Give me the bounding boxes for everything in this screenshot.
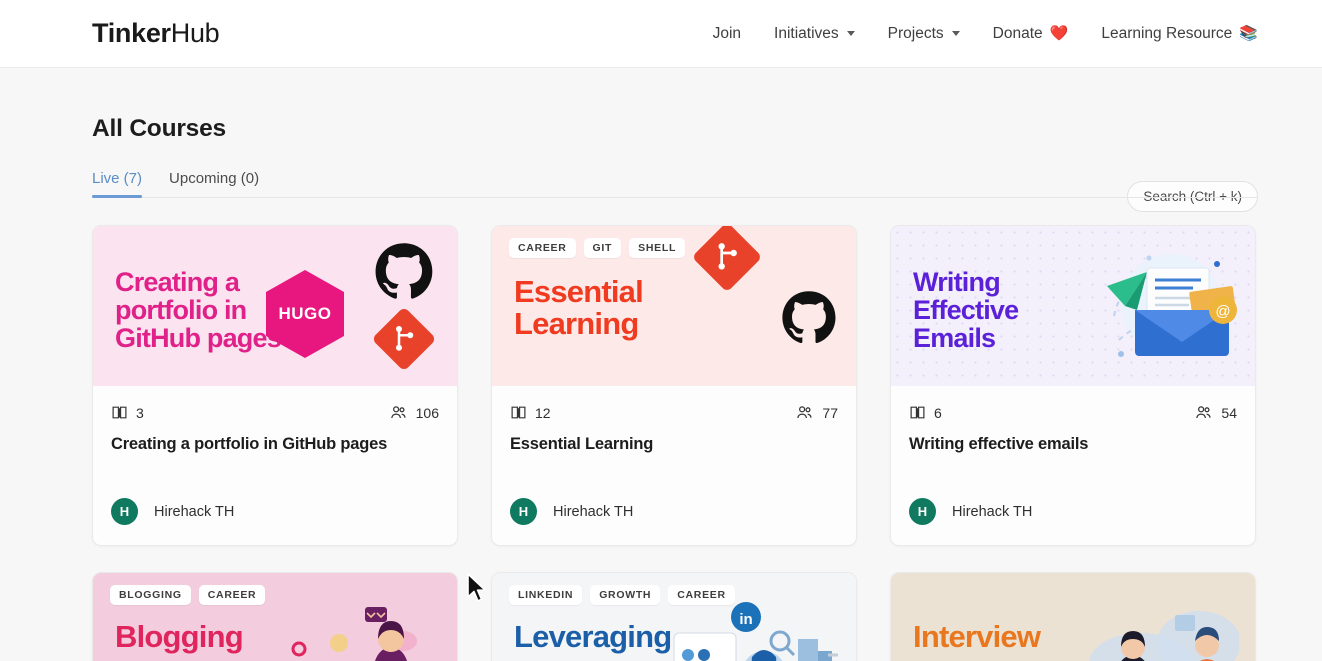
course-tag: CAREER: [668, 585, 735, 605]
chevron-down-icon: [846, 31, 855, 36]
course-title: Creating a portfolio in GitHub pages: [111, 435, 388, 453]
avatar: H: [510, 498, 537, 525]
interview-illustration: [1049, 591, 1241, 661]
tab-label: Live (7): [92, 170, 143, 187]
tab-upcoming[interactable]: Upcoming (0): [169, 170, 259, 198]
course-card[interactable]: BLOGGING CAREER Blogging: [92, 572, 458, 661]
nav-item-learning-resource[interactable]: Learning Resource 📚: [1101, 25, 1258, 43]
lesson-count-value: 6: [934, 404, 942, 421]
enrolled-count: 106: [389, 403, 439, 422]
main-content: All Courses Search (Ctrl + k) Live (7) U…: [0, 68, 1322, 661]
banner-title: Essential Learning: [514, 274, 644, 342]
banner-title: Writing Effective Emails: [913, 267, 1019, 354]
course-tag: GROWTH: [590, 585, 661, 605]
author-name: Hirehack TH: [553, 503, 634, 520]
nav-item-label: Initiatives: [774, 24, 839, 42]
enrolled-count-value: 54: [1221, 404, 1237, 421]
git-icon: [371, 306, 437, 372]
tag-row: LINKEDIN GROWTH CAREER: [509, 585, 735, 605]
tag-row: CAREER GIT SHELL: [509, 238, 686, 258]
course-meta: 6 54: [891, 386, 1255, 422]
course-grid: Creating a portfolio in GitHub pages HUG…: [92, 225, 1258, 546]
course-tabs: Live (7) Upcoming (0): [92, 169, 1258, 198]
course-author: H Hirehack TH: [891, 454, 1255, 545]
author-name: Hirehack TH: [952, 503, 1033, 520]
course-meta: 12 77: [492, 386, 856, 422]
course-banner: CAREER GIT SHELL Essential Learning: [492, 226, 856, 386]
course-title: Writing effective emails: [909, 435, 1089, 453]
nav-item-donate[interactable]: Donate ❤️: [993, 25, 1069, 43]
course-tag: SHELL: [629, 238, 686, 258]
nav-links: Join Initiatives Projects Donate ❤️ Lear…: [713, 25, 1258, 43]
course-tag: CAREER: [509, 238, 576, 258]
course-card[interactable]: CAREER GIT SHELL Essential Learning 12 7…: [491, 225, 857, 546]
course-tag: CAREER: [198, 585, 266, 605]
logo-bold-text: Tinker: [92, 18, 171, 48]
nav-item-projects[interactable]: Projects: [888, 25, 960, 43]
blogging-illustration: [277, 599, 427, 661]
course-tag: BLOGGING: [110, 585, 191, 605]
book-icon: [112, 406, 127, 419]
tab-live[interactable]: Live (7): [92, 170, 143, 198]
course-card[interactable]: Interview: [890, 572, 1256, 661]
nav-item-label: Donate: [992, 24, 1043, 42]
author-name: Hirehack TH: [154, 503, 235, 520]
tag-row: BLOGGING CAREER: [110, 585, 266, 605]
lesson-count: 6: [909, 404, 942, 421]
banner-title: Interview: [913, 619, 1041, 654]
svg-text:in: in: [739, 611, 752, 628]
course-author: H Hirehack TH: [492, 454, 856, 545]
people-icon: [797, 406, 813, 419]
avatar: H: [111, 498, 138, 525]
logo-light-text: Hub: [170, 18, 220, 48]
nav-item-join[interactable]: Join: [713, 25, 741, 43]
course-title: Essential Learning: [510, 435, 654, 453]
heart-icon: ❤️: [1049, 25, 1069, 42]
github-icon: [782, 291, 836, 344]
course-grid-row2: BLOGGING CAREER Blogging LINKEDIN GROWTH…: [92, 572, 1258, 661]
course-card[interactable]: LINKEDIN GROWTH CAREER Leveraging in: [491, 572, 857, 661]
nav-item-initiatives[interactable]: Initiatives: [774, 25, 855, 43]
people-icon: [390, 406, 406, 419]
git-icon: [691, 226, 763, 293]
book-icon: [511, 406, 526, 419]
enrolled-count: 54: [1194, 403, 1237, 422]
banner-title: Leveraging: [514, 619, 672, 654]
course-banner: Interview: [891, 573, 1255, 661]
svg-text:@: @: [1215, 303, 1230, 320]
lesson-count-value: 12: [535, 404, 551, 421]
course-banner: Creating a portfolio in GitHub pages HUG…: [93, 226, 457, 386]
enrolled-count-value: 106: [415, 404, 439, 421]
avatar: H: [909, 498, 936, 525]
course-banner: Writing Effective Emails @: [891, 226, 1255, 386]
course-tag: LINKEDIN: [509, 585, 583, 605]
course-banner: LINKEDIN GROWTH CAREER Leveraging in: [492, 573, 856, 661]
lesson-count-value: 3: [136, 404, 144, 421]
nav-item-label: Learning Resource: [1101, 24, 1233, 42]
course-banner: BLOGGING CAREER Blogging: [93, 573, 457, 661]
page-title: All Courses: [92, 115, 226, 142]
people-icon: [1196, 406, 1212, 419]
course-card[interactable]: Writing Effective Emails @ 6 54 Writing …: [890, 225, 1256, 546]
nav-item-label: Projects: [887, 24, 944, 42]
lesson-count: 12: [510, 404, 551, 421]
course-card[interactable]: Creating a portfolio in GitHub pages HUG…: [92, 225, 458, 546]
github-icon: [375, 243, 433, 299]
email-envelope-icon: @: [1089, 244, 1239, 369]
site-logo[interactable]: TinkerHub: [92, 18, 220, 49]
book-icon: [910, 406, 925, 419]
top-navbar: TinkerHub Join Initiatives Projects Dona…: [0, 0, 1322, 68]
books-icon: 📚: [1239, 25, 1258, 42]
chevron-down-icon: [951, 31, 960, 36]
course-meta: 3 106: [93, 386, 457, 422]
tab-label: Upcoming (0): [169, 170, 260, 187]
nav-item-label: Join: [712, 24, 742, 42]
enrolled-count: 77: [795, 403, 838, 422]
course-author: H Hirehack TH: [93, 454, 457, 545]
enrolled-count-value: 77: [822, 404, 838, 421]
lesson-count: 3: [111, 404, 144, 421]
banner-title: Blogging: [115, 619, 244, 654]
course-tag: GIT: [583, 238, 622, 258]
banner-title: Creating a portfolio in GitHub pages: [115, 267, 282, 354]
